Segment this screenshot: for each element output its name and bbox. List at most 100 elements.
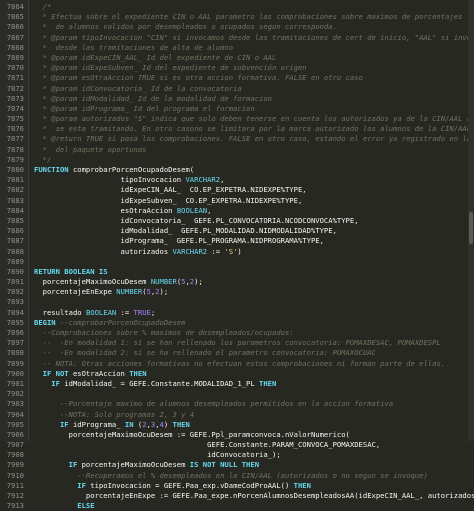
code-line[interactable]: 7904 --NOTA: Solo programas 2, 3 y 4 bbox=[0, 410, 474, 420]
code-editor[interactable]: 7864 /* 7865 * Efectua sobre el expedient… bbox=[0, 0, 474, 510]
code-token: * @param autorizados "S" indica que solo… bbox=[34, 114, 474, 124]
code-line[interactable]: 7912 porcentajeEnExpe := GEFE.Paa_expe.n… bbox=[0, 491, 474, 501]
line-number: 7869 bbox=[6, 52, 24, 62]
code-token: BEGIN bbox=[34, 317, 56, 327]
code-line[interactable]: 7870 * @param idExpeSubven_ Id del exped… bbox=[0, 63, 474, 73]
line-number: 7897 bbox=[6, 338, 24, 348]
code-line[interactable]: 7899 -- NOTA: Otras acciones formativas … bbox=[0, 359, 474, 369]
code-line[interactable]: 7889 bbox=[0, 257, 474, 267]
line-number: 7890 bbox=[6, 266, 24, 276]
code-line[interactable]: 7865 * Efectua sobre el expediente CIN o… bbox=[0, 12, 474, 22]
code-line[interactable]: 7877 * @return TRUE si pasa los comproba… bbox=[0, 134, 474, 144]
code-line[interactable]: 7892 porcentajeEnExpe NUMBER(5,2); bbox=[0, 287, 474, 297]
code-line[interactable]: 7873 * @param idModalidad_ Id de la moda… bbox=[0, 94, 474, 104]
code-line[interactable]: 7911 IF tipoInvocacion = GEFE.Paa_exp.vD… bbox=[0, 481, 474, 491]
code-line[interactable]: 7903 --Porcentaje maximo de alumnos dese… bbox=[0, 399, 474, 409]
line-number: 7867 bbox=[6, 32, 24, 42]
code-token: tipoInvocacion = GEFE.Paa_exp.vDameCodPr… bbox=[85, 480, 294, 490]
code-line[interactable]: 7894 resultado BOOLEAN := TRUE; bbox=[0, 308, 474, 318]
code-token: porcentajeMaximoOcuDesem := GEFE.Ppl_par… bbox=[34, 429, 350, 439]
line-code: * del paquete oportunas bbox=[34, 145, 474, 155]
code-token: porcentajeMaximoOcuDesem bbox=[34, 277, 151, 287]
line-code: IF tipoInvocacion = GEFE.Paa_exp.vDameCo… bbox=[34, 481, 474, 491]
code-line[interactable]: 7897 -- -En modalidad 1: si se han relle… bbox=[0, 338, 474, 348]
code-line[interactable]: 7896 --Comprobaciones sobre % maximos de… bbox=[0, 328, 474, 338]
code-line[interactable]: 7913 ELSE bbox=[0, 501, 474, 511]
code-line[interactable]: 7868 * desde las tramitaciones de alta d… bbox=[0, 43, 474, 53]
code-line[interactable]: 7867 * @param tipoInvocacion "CIN" si in… bbox=[0, 33, 474, 43]
code-line[interactable]: 7878 * del paquete oportunas bbox=[0, 145, 474, 155]
line-code: * @param idExpeSubven_ Id del expediente… bbox=[34, 63, 474, 73]
code-line[interactable]: 7887 idPrograma_ GEFE.PL_PROGRAMA.NIDPRO… bbox=[0, 236, 474, 246]
code-line[interactable]: 7888 autorizados VARCHAR2 := 'S') bbox=[0, 247, 474, 257]
code-token: -- -En modalidad 1: si se han rellenado … bbox=[34, 338, 441, 348]
code-token: THEN bbox=[129, 368, 147, 378]
line-number: 7866 bbox=[6, 22, 24, 32]
code-line[interactable]: 7901 IF idModalidad_ = GEFE.Constante.MO… bbox=[0, 379, 474, 389]
code-line[interactable]: 7907 GEFE.Constante.PARAM_CONVOCA_POMAXD… bbox=[0, 440, 474, 450]
line-number: 7893 bbox=[6, 297, 24, 307]
line-code: * @param idConvocatoria_ Id de la convoc… bbox=[34, 84, 474, 94]
line-number: 7891 bbox=[6, 277, 24, 287]
code-line[interactable]: 7864 /* bbox=[0, 2, 474, 12]
code-line[interactable]: 7885 idConvocatoria_ GEFE.PL_CONVOCATORI… bbox=[0, 216, 474, 226]
line-code: porcentajeMaximoOcuDesem := GEFE.Ppl_par… bbox=[34, 430, 474, 440]
code-token: resultado bbox=[34, 307, 86, 317]
code-token: VARCHAR2 bbox=[185, 175, 221, 185]
line-number: 7911 bbox=[6, 480, 24, 490]
code-line[interactable]: 7882 idExpeCIN_AAL_ CO.EP_EXPETRA.NIDEXP… bbox=[0, 185, 474, 195]
code-token: * @param idModalidad_ Id de la modalidad… bbox=[34, 93, 272, 103]
line-code: * @param idPrograma_ Id del programa el … bbox=[34, 104, 474, 114]
code-token: * Efectua sobre el expediente CIN o AAL … bbox=[34, 12, 463, 22]
code-line[interactable]: 7890 RETURN BOOLEAN IS bbox=[0, 267, 474, 277]
code-line[interactable]: 7895 BEGIN --comprobarPorcenOcupadoDesem bbox=[0, 318, 474, 328]
code-line[interactable]: 7875 * @param autorizados "S" indica que… bbox=[0, 114, 474, 124]
code-line[interactable]: 7883 idExpeSubven_ CO.EP_EXPETRA.NIDEXPE… bbox=[0, 196, 474, 206]
code-token: ); bbox=[194, 277, 203, 287]
code-token: idConvocatoria_); bbox=[34, 450, 281, 460]
code-line[interactable]: 7869 * @param idExpeCIN_AAL_ Id del expe… bbox=[0, 53, 474, 63]
code-line[interactable]: 7909 IF porcentajeMaximoOcuDesem IS NOT … bbox=[0, 460, 474, 470]
line-number: 7905 bbox=[6, 419, 24, 429]
line-number: 7864 bbox=[6, 2, 24, 11]
code-line[interactable]: 7874 * @param idPrograma_ Id del program… bbox=[0, 104, 474, 114]
line-number: 7892 bbox=[6, 287, 24, 297]
code-token: -- NOTA: Otras acciones formativas no ef… bbox=[34, 358, 446, 368]
line-code: -- -En modalidad 1: si se han rellenado … bbox=[34, 338, 474, 348]
code-line[interactable]: 7898 -- -En modalidad 2: si se ha rellen… bbox=[0, 348, 474, 358]
code-line[interactable]: 7900 IF NOT esOtraAccion THEN bbox=[0, 369, 474, 379]
code-line[interactable]: 7881 tipoInvocacion VARCHAR2, bbox=[0, 175, 474, 185]
vertical-scrollbar[interactable] bbox=[468, 0, 474, 441]
code-line[interactable]: 7871 * @param esOtraAccion TRUE si es ot… bbox=[0, 73, 474, 83]
code-token: --Porcentaje maximo de alumnos desemplea… bbox=[34, 399, 394, 409]
line-code: idConvocatoria_ GEFE.PL_CONVOCATORIA.NCO… bbox=[34, 216, 474, 226]
code-line[interactable]: 7908 idConvocatoria_); bbox=[0, 450, 474, 460]
line-code: * @param esOtraAccion TRUE si es otra ac… bbox=[34, 73, 474, 83]
code-token: * @param idConvocatoria_ Id de la convoc… bbox=[34, 83, 242, 93]
line-number: 7882 bbox=[6, 185, 24, 195]
code-line[interactable]: 7884 esOtraAccion BOOLEAN, bbox=[0, 206, 474, 216]
code-line[interactable]: 7886 idModalidad_ GEFE.PL_MODALIDAD.NIDM… bbox=[0, 226, 474, 236]
code-token: --Recuperamos el % desempleados en la CI… bbox=[34, 470, 428, 480]
code-line[interactable]: 7872 * @param idConvocatoria_ Id de la c… bbox=[0, 84, 474, 94]
code-line[interactable]: 7866 * de alumnos validos por desemplead… bbox=[0, 22, 474, 32]
line-number: 7895 bbox=[6, 317, 24, 327]
line-number: 7904 bbox=[6, 409, 24, 419]
line-number: 7873 bbox=[6, 93, 24, 103]
line-code: porcentajeMaximoOcuDesem NUMBER(5,2); bbox=[34, 277, 474, 287]
code-token: * se esta tramitando. En otro casono se … bbox=[42, 124, 472, 134]
code-line[interactable]: 7910 --Recuperamos el % desempleados en … bbox=[0, 471, 474, 481]
code-line[interactable]: 7905 IF idPrograma_ IN (2,3,4) THEN bbox=[0, 420, 474, 430]
code-token: * @param esOtraAccion TRUE si es otra ac… bbox=[34, 73, 363, 83]
code-line[interactable]: 7906 porcentajeMaximoOcuDesem := GEFE.Pp… bbox=[0, 430, 474, 440]
line-number: 7875 bbox=[6, 114, 24, 124]
line-code: RETURN BOOLEAN IS bbox=[34, 267, 474, 277]
code-token: IS NOT NULL THEN bbox=[189, 460, 260, 470]
scrollbar-thumb[interactable] bbox=[469, 212, 473, 244]
code-line[interactable]: 7879 */ bbox=[0, 155, 474, 165]
code-line[interactable]: 7880 FUNCTION comprobarPorcenOcupadoDesem… bbox=[0, 165, 474, 175]
code-line[interactable]: 7891 porcentajeMaximoOcuDesem NUMBER(5,2… bbox=[0, 277, 474, 287]
code-line[interactable]: 7902 bbox=[0, 389, 474, 399]
code-line[interactable]: 7893 bbox=[0, 297, 474, 307]
code-line[interactable]: 7876 * se esta tramitando. En otro cason… bbox=[0, 124, 474, 134]
